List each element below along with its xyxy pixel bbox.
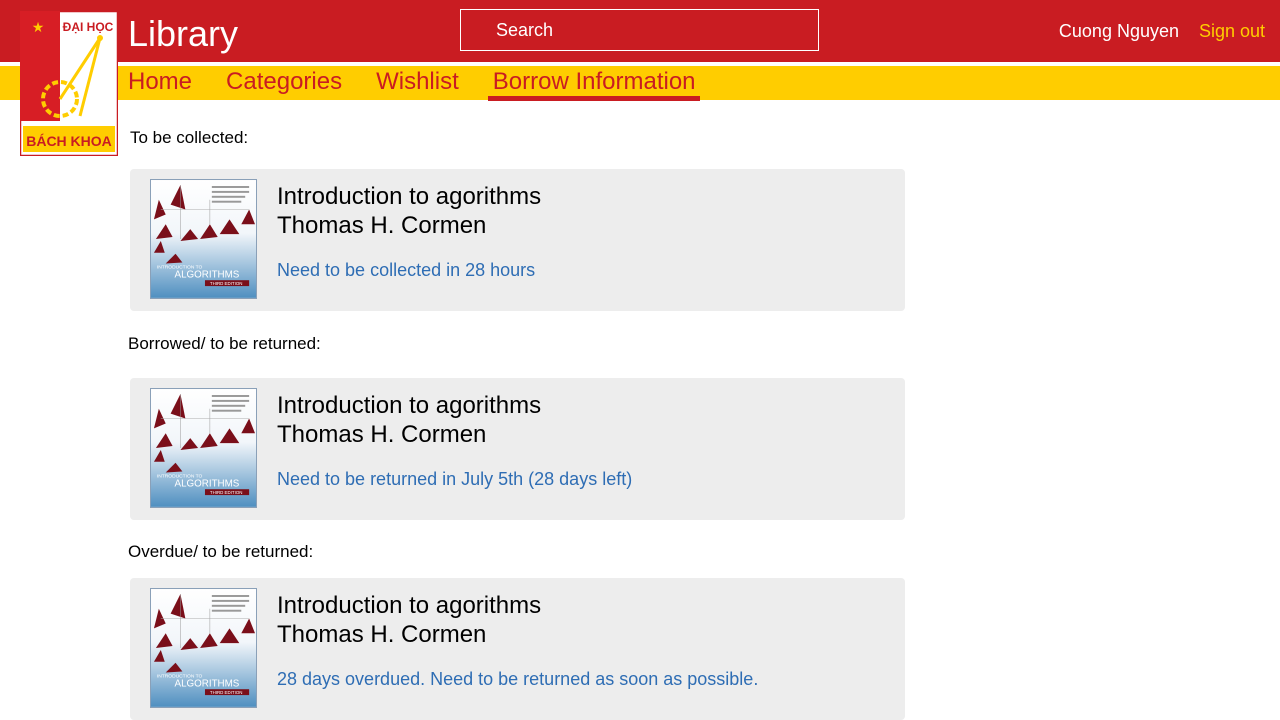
user-name: Cuong Nguyen [1058, 21, 1179, 41]
bach-khoa-logo[interactable]: ★ ĐẠI HỌC BÁCH KHOA [20, 11, 118, 156]
svg-text:★: ★ [32, 20, 45, 36]
nav-borrow-information[interactable]: Borrow Information [487, 66, 700, 101]
app-title: Library [128, 13, 239, 54]
book-author: Thomas H. Cormen [277, 212, 487, 239]
book-title[interactable]: Introduction to agorithms [277, 391, 541, 420]
svg-text:ALGORITHMS: ALGORITHMS [175, 269, 240, 280]
svg-text:ĐẠI HỌC: ĐẠI HỌC [63, 20, 114, 34]
book-status: Need to be collected in 28 hours [277, 260, 536, 280]
book-cover-image: INTRODUCTION TO ALGORITHMS THIRD EDITION [150, 179, 257, 299]
book-author: Thomas H. Cormen [277, 421, 487, 448]
sign-out-link[interactable]: Sign out [1199, 20, 1265, 42]
svg-text:THIRD EDITION: THIRD EDITION [210, 490, 243, 495]
book-card-to-be-collected[interactable]: INTRODUCTION TO ALGORITHMS THIRD EDITION… [130, 169, 905, 311]
book-card-borrowed[interactable]: INTRODUCTION TO ALGORITHMS THIRD EDITION… [130, 378, 905, 520]
svg-text:THIRD EDITION: THIRD EDITION [210, 690, 243, 695]
page: ★ ĐẠI HỌC BÁCH KHOA Library Cuong Nguyen… [0, 0, 1280, 720]
svg-text:BÁCH KHOA: BÁCH KHOA [26, 133, 112, 149]
main-nav: Home Categories Wishlist Borrow Informat… [128, 66, 730, 101]
book-cover-image: INTRODUCTION TO ALGORITHMS THIRD EDITION [150, 388, 257, 508]
section-label-overdue: Overdue/ to be returned: [128, 542, 314, 561]
book-author: Thomas H. Cormen [277, 621, 487, 648]
svg-text:THIRD EDITION: THIRD EDITION [210, 281, 243, 286]
nav-wishlist[interactable]: Wishlist [376, 66, 459, 100]
book-status: Need to be returned in July 5th (28 days… [277, 469, 633, 489]
search-input[interactable] [460, 9, 819, 51]
nav-categories[interactable]: Categories [226, 66, 342, 100]
nav-home[interactable]: Home [128, 66, 192, 100]
svg-text:ALGORITHMS: ALGORITHMS [175, 678, 240, 689]
svg-text:ALGORITHMS: ALGORITHMS [175, 478, 240, 489]
book-title[interactable]: Introduction to agorithms [277, 182, 541, 211]
book-title[interactable]: Introduction to agorithms [277, 591, 541, 620]
book-status: 28 days overdued. Need to be returned as… [277, 669, 759, 689]
section-label-borrowed: Borrowed/ to be returned: [128, 334, 321, 353]
section-label-to-be-collected: To be collected: [130, 128, 249, 147]
book-card-overdue[interactable]: INTRODUCTION TO ALGORITHMS THIRD EDITION… [130, 578, 905, 720]
book-cover-image: INTRODUCTION TO ALGORITHMS THIRD EDITION [150, 588, 257, 708]
